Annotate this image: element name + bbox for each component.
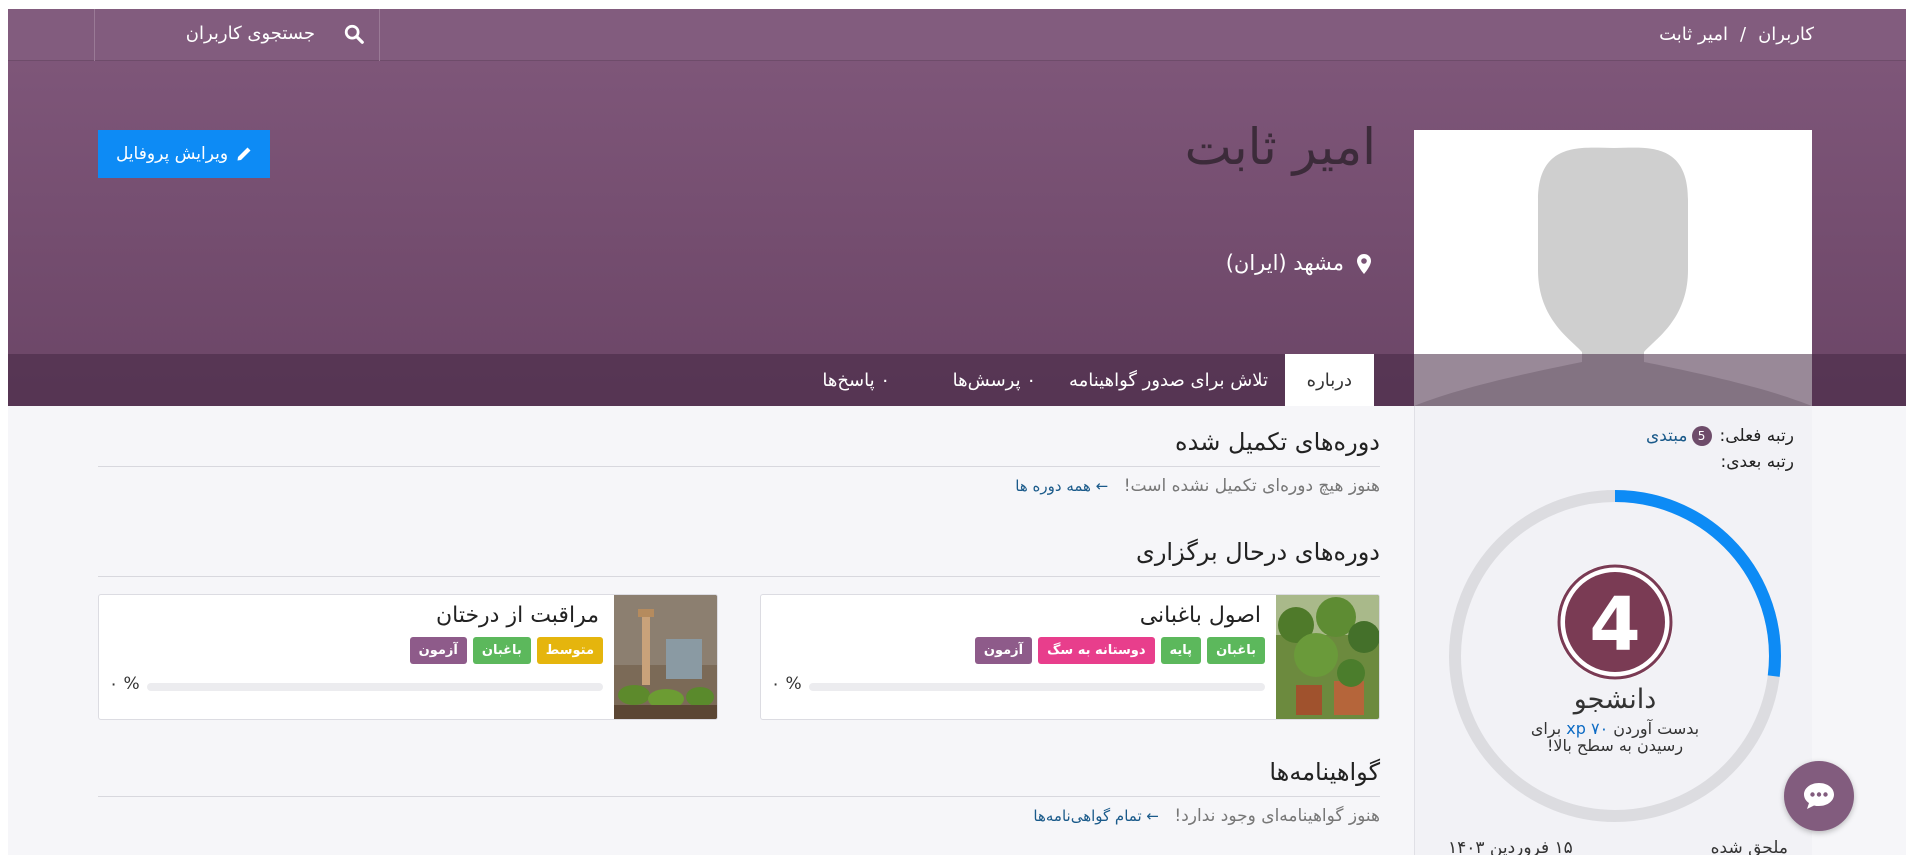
certifications-empty-text: هنوز گواهینامه‌ای وجود ندارد! (1174, 806, 1380, 826)
edit-profile-label: ویرایش پروفایل (115, 144, 229, 164)
course-title: اصول باغبانی (1139, 603, 1261, 628)
course-tags: متوسط باغبان آزمون (409, 637, 603, 664)
location-text: مشهد (ایران) (1225, 251, 1344, 275)
certifications-empty-message: هنوز گواهینامه‌ای وجود ندارد! ← تمام گوا… (1033, 806, 1380, 826)
rank-sidebar: رتبه فعلی:5مبتدی رتبه بعدی: 4 دانشجو بدس… (1414, 406, 1812, 855)
current-rank: رتبه فعلی: 5مبتدی (1646, 426, 1794, 446)
course-progress-text: ۰ % (771, 674, 802, 694)
completed-empty-message: هنوز هیچ دوره‌ای تکمیل نشده است! ← همه د… (1015, 476, 1380, 496)
map-pin-icon (1357, 254, 1371, 274)
tab-certification-attempts[interactable]: تلاش برای صدور گواهینامه (1069, 354, 1268, 406)
tag-badge[interactable]: باغبان (1207, 637, 1265, 664)
search-label: جستجوی کاربران (185, 23, 315, 44)
main-content: دوره‌های تکمیل شده هنوز هیچ دوره‌ای تکمی… (98, 406, 1380, 855)
divider (98, 466, 1380, 467)
tab-questions[interactable]: ۰ پرسش‌ها (953, 354, 1036, 406)
ongoing-courses-title: دوره‌های درحال برگزاری (1136, 538, 1380, 566)
course-tags: باغبان پایه دوستانه به سگ آزمون (974, 637, 1265, 664)
breadcrumb-current: امیر ثابت (1659, 24, 1728, 45)
course-thumbnail-plants (1276, 595, 1379, 719)
certifications-title: گواهینامه‌ها (1269, 758, 1380, 786)
breadcrumb: کاربران / امیر ثابت (1659, 24, 1814, 45)
pencil-icon (237, 147, 251, 161)
tag-badge[interactable]: متوسط (536, 637, 603, 664)
completed-courses-title: دوره‌های تکمیل شده (1175, 428, 1380, 456)
course-progress-text: ۰ % (109, 674, 140, 694)
tab-answers[interactable]: ۰ پاسخ‌ها (822, 354, 890, 406)
all-courses-label: همه دوره ها (1015, 477, 1091, 495)
rank-badge: 5 (1691, 426, 1712, 446)
all-certifications-link[interactable]: ← تمام گواهی‌نامه‌ها (1033, 807, 1159, 825)
tab-about[interactable]: درباره (1284, 354, 1374, 406)
course-card[interactable]: اصول باغبانی باغبان پایه دوستانه به سگ آ… (760, 594, 1380, 720)
top-bar: کاربران / امیر ثابت جستجوی کاربران (8, 9, 1906, 61)
current-rank-value[interactable]: 5مبتدی (1646, 426, 1712, 446)
breadcrumb-separator: / (1740, 24, 1747, 45)
level-name: دانشجو (1573, 684, 1657, 715)
tag-badge[interactable]: آزمون (409, 637, 467, 664)
arrow-left-icon: ← (1095, 477, 1109, 495)
completed-empty-text: هنوز هیچ دوره‌ای تکمیل نشده است! (1123, 476, 1380, 496)
next-rank-label: رتبه بعدی: (1720, 452, 1794, 472)
all-certifications-label: تمام گواهی‌نامه‌ها (1033, 807, 1142, 825)
tag-badge[interactable]: پایه (1160, 637, 1202, 664)
course-card[interactable]: مراقبت از درختان متوسط باغبان آزمون ۰ % (98, 594, 718, 720)
tag-badge[interactable]: دوستانه به سگ (1038, 637, 1155, 664)
xp-goal-text: رسیدن به سطح بالا! (1546, 736, 1684, 755)
tag-badge[interactable]: آزمون (974, 637, 1033, 664)
search-users-button[interactable]: جستجوی کاربران (94, 9, 380, 61)
divider (98, 796, 1380, 797)
xp-progress-ring: 4 (1449, 490, 1781, 822)
app-frame: کاربران / امیر ثابت جستجوی کاربران امیر ثا… (8, 9, 1906, 855)
joined-info: ملحق شده ۱۵ فروردین ۱۴۰۳ (1448, 838, 1788, 855)
breadcrumb-root-link[interactable]: کاربران (1758, 24, 1814, 45)
current-rank-name: مبتدی (1645, 426, 1688, 446)
profile-name: امیر ثابت (1184, 118, 1376, 176)
joined-date: ۱۵ فروردین ۱۴۰۳ (1448, 838, 1573, 855)
profile-location: مشهد (ایران) (1226, 251, 1372, 275)
joined-label: ملحق شده (1710, 838, 1788, 855)
live-chat-button[interactable] (1784, 761, 1854, 831)
course-thumbnail-garden-tools (614, 595, 717, 719)
all-courses-link[interactable]: ← همه دوره ها (1015, 477, 1108, 495)
level-number: 4 (1589, 582, 1641, 668)
profile-tabs: درباره تلاش برای صدور گواهینامه ۰ پرسش‌ه… (8, 354, 1906, 406)
course-progress-bar (147, 683, 603, 691)
edit-profile-button[interactable]: ویرایش پروفایل (98, 130, 270, 178)
chat-bubble-icon (1804, 783, 1834, 809)
arrow-left-icon: ← (1146, 807, 1159, 825)
search-icon (344, 24, 364, 44)
tag-badge[interactable]: باغبان (472, 637, 531, 664)
course-title: مراقبت از درختان (435, 603, 599, 628)
course-progress-bar (809, 683, 1265, 691)
current-rank-label: رتبه فعلی: (1719, 426, 1794, 446)
divider (98, 576, 1380, 577)
